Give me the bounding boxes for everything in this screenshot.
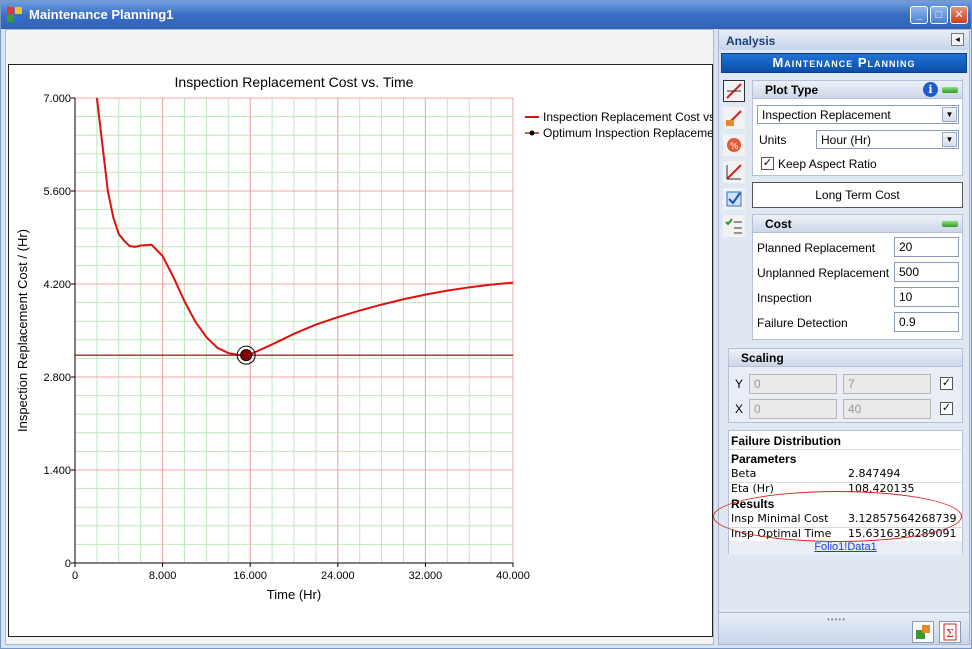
planned-replacement-field[interactable]: 20 bbox=[894, 237, 959, 257]
plot-line-tool-icon[interactable] bbox=[723, 80, 745, 102]
x-tick-label: 24.000 bbox=[321, 570, 355, 582]
y-tick-label: 0 bbox=[65, 558, 71, 570]
plot-type-group: Plot Type i Inspection Replacement ▼ Uni… bbox=[752, 80, 963, 176]
scaling-x-label: X bbox=[735, 402, 744, 416]
y-tick-label: 2.800 bbox=[43, 372, 71, 384]
application-window: Maintenance Planning1 _ □ ✕ 0 8.000 16.000… bbox=[0, 0, 972, 649]
highlight-ellipse bbox=[713, 491, 962, 542]
plot-scale-tool-icon[interactable] bbox=[723, 161, 745, 183]
units-select[interactable]: Hour (Hr) ▼ bbox=[816, 130, 959, 149]
close-button[interactable]: ✕ bbox=[950, 6, 968, 24]
x-tick-label: 40.000 bbox=[496, 570, 530, 582]
x-tick-label: 8.000 bbox=[149, 570, 177, 582]
plot-edit-tool-icon[interactable] bbox=[723, 107, 745, 129]
keep-aspect-checkbox[interactable]: ✓ bbox=[761, 157, 774, 170]
scaling-x-max-field[interactable]: 40 bbox=[843, 399, 931, 419]
failure-detection-label: Failure Detection bbox=[757, 316, 848, 330]
title-bar[interactable]: Maintenance Planning1 _ □ ✕ bbox=[1, 1, 971, 29]
scaling-y-max-field[interactable]: 7 bbox=[843, 374, 931, 394]
plot-toolstrip: % bbox=[723, 80, 747, 242]
y-tick-label: 7.000 bbox=[43, 93, 71, 105]
beta-value: 2.847494 bbox=[848, 467, 901, 480]
y-axis-label: Inspection Replacement Cost / (Hr) bbox=[15, 229, 30, 432]
plot-type-value: Inspection Replacement bbox=[762, 108, 891, 122]
scaling-x-checkbox[interactable]: ✓ bbox=[940, 402, 953, 415]
plot-type-title: Plot Type bbox=[765, 83, 819, 97]
grip-handle-icon[interactable]: ••••• bbox=[827, 615, 846, 624]
plot-pane: 0 8.000 16.000 24.000 32.000 40.000 0 1.400 2.80… bbox=[5, 29, 715, 645]
parameters-heading: Parameters bbox=[731, 452, 797, 466]
chart-title: Inspection Replacement Cost vs. Time bbox=[175, 74, 414, 90]
x-tick-label: 32.000 bbox=[409, 570, 443, 582]
plot-type-select[interactable]: Inspection Replacement ▼ bbox=[757, 105, 959, 124]
scaling-y-min-field[interactable]: 0 bbox=[749, 374, 837, 394]
chart-svg[interactable]: 0 8.000 16.000 24.000 32.000 40.000 0 1.400 2.80… bbox=[9, 65, 715, 636]
long-term-cost-button[interactable]: Long Term Cost bbox=[752, 182, 963, 208]
optimum-marker-point bbox=[240, 349, 253, 362]
y-tick-label: 5.600 bbox=[43, 186, 71, 198]
plot-type-header[interactable]: Plot Type i bbox=[753, 81, 962, 99]
info-icon[interactable]: i bbox=[923, 82, 938, 97]
maximize-button[interactable]: □ bbox=[930, 6, 948, 24]
inspection-field[interactable]: 10 bbox=[894, 287, 959, 307]
collapse-bar-icon[interactable] bbox=[942, 221, 958, 227]
chevron-down-icon[interactable]: ▼ bbox=[942, 107, 957, 122]
inspection-label: Inspection bbox=[757, 291, 812, 305]
report-icon[interactable]: Σ bbox=[939, 621, 961, 643]
x-tick-label: 16.000 bbox=[233, 570, 267, 582]
svg-text:%: % bbox=[730, 142, 739, 152]
chart-area[interactable]: 0 8.000 16.000 24.000 32.000 40.000 0 1.400 2.80… bbox=[8, 64, 715, 637]
collapse-arrow-icon[interactable]: ◂ bbox=[951, 33, 964, 46]
window-title: Maintenance Planning1 bbox=[29, 7, 174, 22]
app-icon bbox=[7, 7, 22, 22]
legend-label-0: Inspection Replacement Cost vs bbox=[543, 110, 712, 124]
chevron-down-icon[interactable]: ▼ bbox=[942, 132, 957, 147]
scaling-y-label: Y bbox=[735, 377, 744, 391]
analysis-bottom-bar: ••••• Σ bbox=[719, 612, 969, 644]
y-tick-label: 1.400 bbox=[43, 465, 71, 477]
unplanned-replacement-label: Unplanned Replacement bbox=[757, 266, 890, 280]
cost-title: Cost bbox=[765, 217, 792, 231]
beta-label: Beta bbox=[731, 467, 757, 480]
analysis-title: Analysis bbox=[726, 34, 776, 48]
scaling-title: Scaling bbox=[741, 351, 784, 365]
x-axis-label: Time (Hr) bbox=[267, 587, 321, 602]
analysis-header: Analysis ◂ bbox=[719, 30, 969, 50]
y-tick-label: 4.200 bbox=[43, 279, 71, 291]
scaling-y-checkbox[interactable]: ✓ bbox=[940, 377, 953, 390]
units-label: Units bbox=[759, 133, 787, 147]
collapse-bar-icon[interactable] bbox=[942, 87, 958, 93]
scaling-x-min-field[interactable]: 0 bbox=[749, 399, 837, 419]
failure-distribution-heading: Failure Distribution bbox=[731, 434, 842, 448]
failure-detection-field[interactable]: 0.9 bbox=[894, 312, 959, 332]
analysis-panel: Analysis ◂ Maintenance Planning % Plot T… bbox=[713, 29, 970, 645]
svg-text:Σ: Σ bbox=[946, 627, 954, 640]
keep-aspect-label: Keep Aspect Ratio bbox=[778, 157, 877, 171]
cost-header[interactable]: Cost bbox=[753, 215, 962, 233]
scaling-group: Scaling Y 0 7 ✓ X 0 40 ✓ bbox=[728, 348, 963, 423]
transfer-icon[interactable] bbox=[912, 621, 934, 643]
eta-label: Eta (Hr) bbox=[731, 482, 774, 495]
minimize-button[interactable]: _ bbox=[910, 6, 928, 24]
x-tick-label: 0 bbox=[72, 570, 78, 582]
plot-list-tool-icon[interactable] bbox=[723, 215, 745, 237]
maintenance-planning-banner: Maintenance Planning bbox=[721, 53, 967, 73]
plot-check-tool-icon[interactable] bbox=[723, 188, 745, 210]
planned-replacement-label: Planned Replacement bbox=[757, 241, 876, 255]
scaling-header[interactable]: Scaling bbox=[729, 349, 962, 367]
unplanned-replacement-field[interactable]: 500 bbox=[894, 262, 959, 282]
cost-group: Cost Planned Replacement 20 Unplanned Re… bbox=[752, 214, 963, 340]
beta-row: Beta 2.847494 bbox=[731, 467, 962, 482]
legend-marker-1 bbox=[529, 130, 535, 136]
legend-label-1: Optimum Inspection Replaceme bbox=[543, 126, 712, 140]
plot-settings-tool-icon[interactable]: % bbox=[723, 134, 745, 156]
units-value: Hour (Hr) bbox=[821, 133, 871, 147]
folio-data-link[interactable]: Folio1!Data1 bbox=[729, 541, 962, 555]
